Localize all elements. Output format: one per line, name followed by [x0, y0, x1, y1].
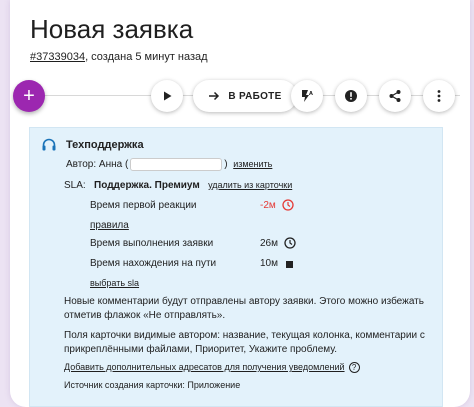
- remove-sla-link[interactable]: удалить из карточки: [208, 180, 292, 190]
- first-response-value: -2м: [260, 200, 276, 211]
- author-prefix: Автор: Анна (: [66, 159, 129, 171]
- change-author-link[interactable]: изменить: [233, 159, 272, 169]
- choose-sla-link[interactable]: выбрать sla: [90, 278, 139, 288]
- rules-link[interactable]: правила: [90, 220, 129, 231]
- clock-overdue-icon: [282, 199, 294, 211]
- priority-button[interactable]: [335, 80, 367, 112]
- fields-note: Поля карточки видимые автором: название,…: [64, 330, 425, 355]
- author-email-field[interactable]: [130, 158, 223, 171]
- clock-icon: [284, 237, 296, 249]
- flash-auto-icon: A: [302, 90, 313, 102]
- state-label: В РАБОТЕ: [228, 90, 282, 102]
- svg-text:A: A: [309, 91, 313, 97]
- share-icon: [389, 90, 401, 102]
- first-response-label: Время первой реакции: [90, 200, 197, 211]
- arrow-right-icon: [209, 91, 220, 101]
- ticket-meta: #37339034, создана 5 минут назад: [30, 51, 208, 63]
- panel-title: Техподдержка: [66, 139, 144, 151]
- completion-label: Время выполнения заявки: [90, 238, 214, 249]
- stop-icon: [286, 261, 293, 268]
- created-text: , создана 5 минут назад: [85, 51, 208, 63]
- ticket-number-link[interactable]: #37339034: [30, 51, 85, 63]
- share-button[interactable]: [379, 80, 411, 112]
- card-source: Источник создания карточки: Приложение: [64, 380, 241, 390]
- author-suffix: ): [224, 159, 228, 171]
- completion-value: 26м: [260, 238, 278, 249]
- ticket-card: Новая заявка #37339034, создана 5 минут …: [10, 0, 470, 407]
- add-button[interactable]: +: [13, 80, 45, 112]
- alert-icon: [345, 90, 357, 102]
- help-icon[interactable]: ?: [348, 362, 360, 373]
- author-row: Автор: Анна () изменить: [66, 158, 272, 171]
- page-title: Новая заявка: [30, 14, 194, 44]
- play-button[interactable]: [151, 80, 183, 112]
- on-road-label: Время нахождения на пути: [90, 258, 217, 269]
- headset-icon: [42, 138, 56, 151]
- add-recipients-link[interactable]: Добавить дополнительных адресатов для по…: [64, 362, 345, 372]
- sla-value: Поддержка. Премиум: [94, 180, 200, 191]
- more-vert-icon: [437, 90, 441, 102]
- play-icon: [164, 91, 172, 101]
- recipients-row: Добавить дополнительных адресатов для по…: [64, 362, 360, 373]
- on-road-value: 10м: [260, 258, 278, 269]
- support-panel: Техподдержка Автор: Анна () изменить SLA…: [29, 127, 443, 407]
- sla-row: SLA: Поддержка. Премиум удалить из карто…: [64, 180, 292, 191]
- sla-label: SLA:: [64, 180, 86, 191]
- automation-button[interactable]: A: [291, 80, 323, 112]
- more-button[interactable]: [423, 80, 455, 112]
- state-in-progress-button[interactable]: В РАБОТЕ: [193, 80, 297, 112]
- comments-note: Новые комментарии будут отправлены автор…: [64, 296, 424, 321]
